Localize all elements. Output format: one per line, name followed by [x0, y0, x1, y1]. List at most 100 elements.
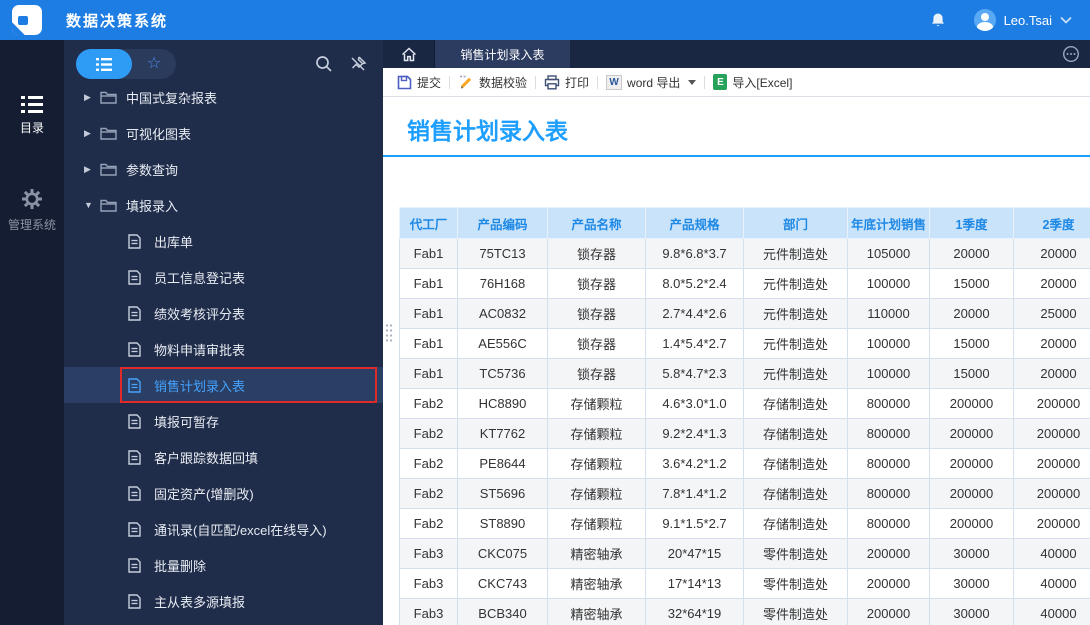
table-cell[interactable]: 40000	[1013, 538, 1090, 569]
print-button[interactable]: 打印	[536, 74, 597, 91]
star-favorites-icon[interactable]: ☆	[132, 56, 176, 72]
table-cell[interactable]: 锁存器	[547, 268, 646, 299]
table-cell[interactable]: Fab2	[399, 418, 458, 449]
table-cell[interactable]: 800000	[847, 478, 930, 509]
table-cell[interactable]: 9.1*1.5*2.7	[645, 508, 744, 539]
table-cell[interactable]: 800000	[847, 448, 930, 479]
chevron-collapsed-icon[interactable]: ▶	[84, 92, 100, 103]
tree-doc-item[interactable]: 绩效考核评分表	[64, 295, 383, 331]
table-cell[interactable]: ST8890	[457, 508, 548, 539]
table-cell[interactable]: 200000	[929, 508, 1014, 539]
table-cell[interactable]: 9.2*2.4*1.3	[645, 418, 744, 449]
table-cell[interactable]: Fab3	[399, 568, 458, 599]
table-cell[interactable]: 17*14*13	[645, 568, 744, 599]
table-cell[interactable]: 精密轴承	[547, 598, 646, 625]
excel-import-button[interactable]: E 导入[Excel]	[705, 74, 800, 91]
table-cell[interactable]: 存储制造处	[743, 418, 848, 449]
unpin-icon[interactable]	[349, 55, 367, 73]
table-cell[interactable]: 存储颗粒	[547, 448, 646, 479]
table-cell[interactable]: 存储制造处	[743, 508, 848, 539]
table-cell[interactable]: 存储颗粒	[547, 388, 646, 419]
table-cell[interactable]: 20000	[1013, 268, 1090, 299]
table-cell[interactable]: 3.6*4.2*1.2	[645, 448, 744, 479]
table-cell[interactable]: 200000	[929, 388, 1014, 419]
tree-doc-item[interactable]: 员工信息登记表	[64, 259, 383, 295]
table-cell[interactable]: AE556C	[457, 328, 548, 359]
table-cell[interactable]: BCB340	[457, 598, 548, 625]
table-cell[interactable]: 200000	[929, 418, 1014, 449]
table-cell[interactable]: 800000	[847, 418, 930, 449]
table-cell[interactable]: AC0832	[457, 298, 548, 329]
table-cell[interactable]: 200000	[847, 568, 930, 599]
table-cell[interactable]: 200000	[929, 478, 1014, 509]
table-cell[interactable]: ST5696	[457, 478, 548, 509]
table-cell[interactable]: Fab1	[399, 358, 458, 389]
data-validate-button[interactable]: 数据校验	[450, 74, 535, 91]
table-cell[interactable]: PE8644	[457, 448, 548, 479]
rail-item-catalog[interactable]: 目录	[20, 96, 44, 136]
table-cell[interactable]: 32*64*19	[645, 598, 744, 625]
table-cell[interactable]: 存储颗粒	[547, 418, 646, 449]
tree-doc-item[interactable]: 出库单	[64, 223, 383, 259]
chevron-collapsed-icon[interactable]: ▶	[84, 128, 100, 139]
tree-folder-item[interactable]: ▼ 填报录入	[64, 187, 383, 223]
table-cell[interactable]: 存储颗粒	[547, 478, 646, 509]
table-cell[interactable]: 25000	[1013, 298, 1090, 329]
table-cell[interactable]: 1.4*5.4*2.7	[645, 328, 744, 359]
table-cell[interactable]: 200000	[1013, 418, 1090, 449]
table-cell[interactable]: 元件制造处	[743, 238, 848, 269]
table-cell[interactable]: 200000	[1013, 448, 1090, 479]
table-cell[interactable]: 9.8*6.8*3.7	[645, 238, 744, 269]
table-cell[interactable]: 100000	[847, 358, 930, 389]
table-cell[interactable]: Fab3	[399, 538, 458, 569]
tree-doc-item[interactable]: 客户跟踪数据回填	[64, 439, 383, 475]
table-cell[interactable]: 76H168	[457, 268, 548, 299]
table-cell[interactable]: 200000	[929, 448, 1014, 479]
user-menu[interactable]: Leo.Tsai	[973, 9, 1072, 31]
word-export-button[interactable]: W word 导出	[598, 74, 704, 91]
table-cell[interactable]: KT7762	[457, 418, 548, 449]
table-cell[interactable]: 零件制造处	[743, 538, 848, 569]
tree-doc-item[interactable]: 固定资产(增删改)	[64, 475, 383, 511]
table-cell[interactable]: Fab3	[399, 598, 458, 625]
table-cell[interactable]: 105000	[847, 238, 930, 269]
table-cell[interactable]: 精密轴承	[547, 568, 646, 599]
table-cell[interactable]: Fab2	[399, 508, 458, 539]
tree-doc-item[interactable]: 销售计划录入表	[64, 367, 383, 403]
table-cell[interactable]: 存储颗粒	[547, 508, 646, 539]
submit-button[interactable]: 提交	[389, 74, 449, 91]
table-cell[interactable]: 精密轴承	[547, 538, 646, 569]
table-cell[interactable]: 锁存器	[547, 328, 646, 359]
tree-doc-item[interactable]: 填报可暂存	[64, 403, 383, 439]
table-cell[interactable]: Fab2	[399, 388, 458, 419]
table-cell[interactable]: 存储制造处	[743, 388, 848, 419]
table-cell[interactable]: 200000	[847, 598, 930, 625]
table-cell[interactable]: 零件制造处	[743, 568, 848, 599]
table-cell[interactable]: 100000	[847, 328, 930, 359]
tree-doc-item[interactable]: 物料申请审批表	[64, 331, 383, 367]
tab-list-button[interactable]	[1062, 40, 1090, 68]
table-cell[interactable]: 20000	[1013, 328, 1090, 359]
table-cell[interactable]: 200000	[1013, 478, 1090, 509]
table-cell[interactable]: 零件制造处	[743, 598, 848, 625]
table-cell[interactable]: 20000	[929, 238, 1014, 269]
tree-folder-item[interactable]: ▶ 中国式复杂报表	[64, 88, 383, 115]
app-logo-icon[interactable]	[12, 5, 42, 35]
table-cell[interactable]: TC5736	[457, 358, 548, 389]
table-cell[interactable]: 30000	[929, 568, 1014, 599]
list-view-icon[interactable]	[76, 49, 132, 79]
table-cell[interactable]: Fab2	[399, 478, 458, 509]
table-cell[interactable]: 800000	[847, 388, 930, 419]
chevron-expanded-icon[interactable]: ▼	[84, 200, 100, 210]
table-cell[interactable]: Fab1	[399, 268, 458, 299]
table-cell[interactable]: 30000	[929, 598, 1014, 625]
search-icon[interactable]	[315, 55, 333, 73]
tree-doc-item[interactable]: 批量删除	[64, 547, 383, 583]
table-cell[interactable]: 15000	[929, 268, 1014, 299]
tree-folder-item[interactable]: ▶ 可视化图表	[64, 115, 383, 151]
table-cell[interactable]: 存储制造处	[743, 478, 848, 509]
rail-item-admin[interactable]: 管理系统	[8, 188, 56, 233]
table-cell[interactable]: 8.0*5.2*2.4	[645, 268, 744, 299]
tree-folder-item[interactable]: ▶ 参数查询	[64, 151, 383, 187]
table-cell[interactable]: 存储制造处	[743, 448, 848, 479]
